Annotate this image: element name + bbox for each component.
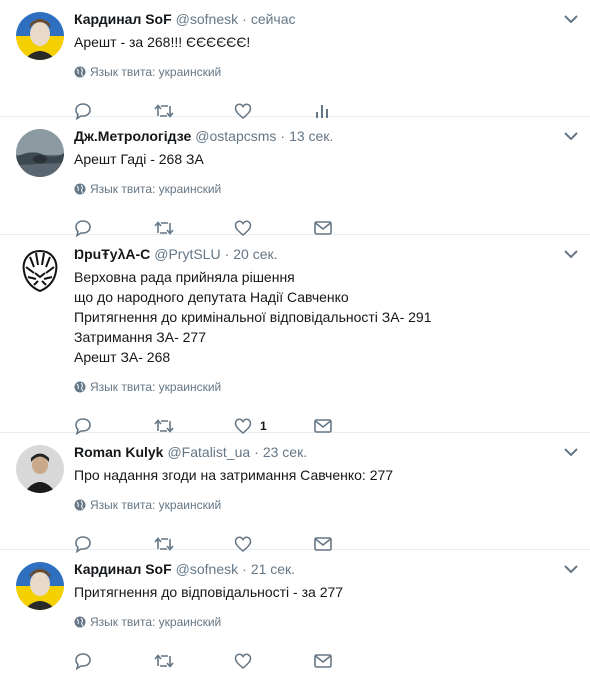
- tweet-language: Язык твита: украинский: [74, 379, 576, 395]
- tweet-text: Верховна рада прийняла рішення що до нар…: [74, 267, 576, 367]
- username[interactable]: @PrytSLU: [154, 245, 220, 263]
- timestamp[interactable]: 13 сек.: [289, 127, 333, 145]
- direct-message-button[interactable]: [314, 419, 394, 433]
- language-label: Язык твита: украинский: [90, 182, 222, 196]
- mail-icon: [314, 537, 332, 551]
- mail-icon: [314, 221, 332, 235]
- direct-message-button[interactable]: [314, 221, 394, 235]
- globe-icon: [74, 499, 86, 511]
- avatar[interactable]: [16, 445, 64, 493]
- direct-message-button[interactable]: [314, 537, 394, 551]
- tweet-text-line: Верховна рада прийняла рішення: [74, 269, 295, 285]
- retweet-icon: [154, 654, 174, 668]
- avatar[interactable]: [16, 247, 64, 295]
- tweet[interactable]: ŊpuŦуλA-C @PrytSLU · 20 сек. Верховна ра…: [0, 235, 590, 435]
- heart-icon: [234, 418, 252, 434]
- timestamp[interactable]: сейчас: [251, 10, 296, 28]
- tweet-language: Язык твита: украинский: [74, 497, 576, 513]
- timestamp[interactable]: 20 сек.: [233, 245, 277, 263]
- tweet-text: Арешт - за 268!!! ЄЄЄЄЄЄ!: [74, 32, 576, 52]
- separator: ·: [280, 128, 286, 144]
- tweet-text-line: Затримання ЗА- 277: [74, 329, 207, 345]
- tweet-language: Язык твита: украинский: [74, 64, 576, 80]
- separator: ·: [242, 11, 247, 27]
- tweet[interactable]: Roman Kulyk @Fatalist_ua · 23 сек. Про н…: [0, 433, 590, 553]
- tweet-text: Арешт Гаді - 268 ЗА: [74, 149, 576, 169]
- chevron-down-icon[interactable]: [562, 245, 580, 263]
- tweet[interactable]: Дж.Метрологідзе @ostapcsms · 13 сек. Аре…: [0, 117, 590, 237]
- display-name[interactable]: ŊpuŦуλA-C: [74, 245, 150, 263]
- chevron-down-icon[interactable]: [562, 560, 580, 578]
- tweet-header: Кардинал SoF @sofnesk · сейчас: [74, 10, 576, 30]
- like-button[interactable]: [234, 653, 314, 669]
- display-name[interactable]: Кардинал SoF: [74, 10, 172, 28]
- timestamp[interactable]: 21 сек.: [251, 560, 295, 578]
- tweet-text-line: Арешт - за 268!!! ЄЄЄЄЄЄ!: [74, 34, 251, 50]
- tweet-header: Кардинал SoF @sofnesk · 21 сек.: [74, 560, 576, 580]
- direct-message-button[interactable]: [314, 654, 394, 668]
- avatar[interactable]: [16, 129, 64, 177]
- heart-icon: [234, 220, 252, 236]
- mail-icon: [314, 419, 332, 433]
- like-count: 1: [260, 419, 267, 433]
- timestamp[interactable]: 23 сек.: [263, 443, 307, 461]
- tweet-text-line: Притягнення до кримінальної відповідальн…: [74, 309, 432, 325]
- avatar[interactable]: [16, 562, 64, 610]
- tweet-text-line: що до народного депутата Надії Савченко: [74, 289, 349, 305]
- retweet-icon: [154, 419, 174, 433]
- display-name[interactable]: Roman Kulyk: [74, 443, 163, 461]
- tweet-text-line: Арешт ЗА- 268: [74, 349, 171, 365]
- tweet-header: Дж.Метрологідзе @ostapcsms · 13 сек.: [74, 127, 576, 147]
- like-button[interactable]: [234, 220, 314, 236]
- chevron-down-icon[interactable]: [562, 443, 580, 461]
- language-label: Язык твита: украинский: [90, 615, 222, 629]
- retweet-button[interactable]: [154, 220, 234, 236]
- display-name[interactable]: Дж.Метрологідзе: [74, 127, 191, 145]
- username[interactable]: @sofnesk: [176, 560, 238, 578]
- timeline: Кардинал SoF @sofnesk · сейчас Арешт - з…: [0, 0, 590, 670]
- tweet-text-line: Притягнення до відповідальності - за 277: [74, 584, 344, 600]
- tweet-header: Roman Kulyk @Fatalist_ua · 23 сек.: [74, 443, 576, 463]
- globe-icon: [74, 381, 86, 393]
- tweet-text: Про надання згоди на затримання Савченко…: [74, 465, 576, 485]
- reply-icon: [75, 653, 91, 670]
- chevron-down-icon[interactable]: [562, 127, 580, 145]
- globe-icon: [74, 183, 86, 195]
- separator: ·: [254, 444, 259, 460]
- avatar[interactable]: [16, 12, 64, 60]
- username[interactable]: @sofnesk: [176, 10, 238, 28]
- globe-icon: [74, 616, 86, 628]
- tweet-header: ŊpuŦуλA-C @PrytSLU · 20 сек.: [74, 245, 576, 265]
- separator: ·: [242, 561, 247, 577]
- language-label: Язык твита: украинский: [90, 65, 222, 79]
- retweet-button[interactable]: [154, 653, 234, 669]
- username[interactable]: @ostapcsms: [195, 127, 276, 145]
- display-name[interactable]: Кардинал SoF: [74, 560, 172, 578]
- like-button[interactable]: 1: [234, 418, 314, 434]
- separator: ·: [224, 246, 230, 262]
- tweet-text-line: Про надання згоди на затримання Савченко…: [74, 467, 394, 483]
- reply-button[interactable]: [74, 652, 154, 670]
- tweet[interactable]: Кардинал SoF @sofnesk · 21 сек. Притягне…: [0, 550, 590, 670]
- tweet-text-line: Арешт Гаді - 268 ЗА: [74, 151, 204, 167]
- language-label: Язык твита: украинский: [90, 380, 222, 394]
- globe-icon: [74, 66, 86, 78]
- tweet-language: Язык твита: украинский: [74, 614, 576, 630]
- tweet[interactable]: Кардинал SoF @sofnesk · сейчас Арешт - з…: [0, 0, 590, 120]
- chevron-down-icon[interactable]: [562, 10, 580, 28]
- mail-icon: [314, 654, 332, 668]
- language-label: Язык твита: украинский: [90, 498, 222, 512]
- tweet-actions: [74, 642, 576, 680]
- tweet-language: Язык твита: украинский: [74, 181, 576, 197]
- heart-icon: [234, 653, 252, 669]
- tweet-text: Притягнення до відповідальності - за 277: [74, 582, 576, 602]
- retweet-icon: [154, 221, 174, 235]
- retweet-button[interactable]: [154, 418, 234, 434]
- username[interactable]: @Fatalist_ua: [167, 443, 250, 461]
